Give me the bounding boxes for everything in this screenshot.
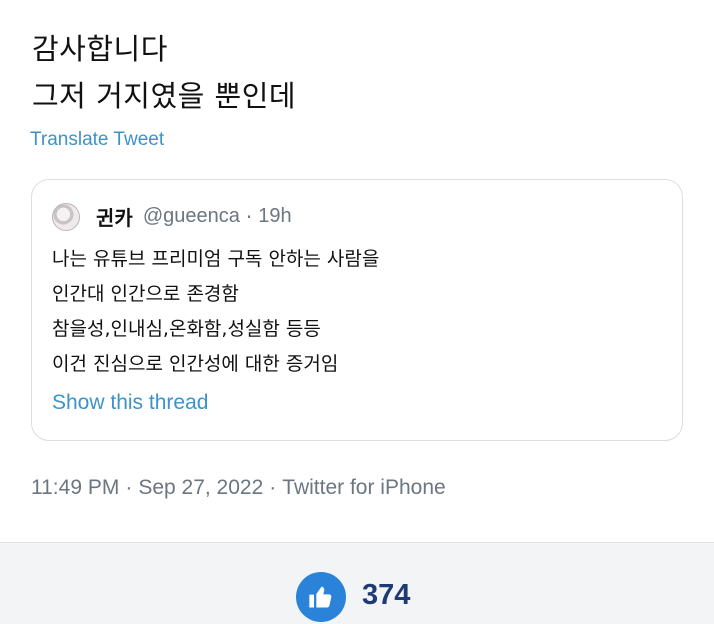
quoted-tweet-header: 귄카 @gueenca · 19h [52,202,292,231]
quoted-line: 인간대 인간으로 존경함 [52,283,239,305]
separator-dot: · [269,476,277,499]
quoted-tweet-card[interactable]: 귄카 @gueenca · 19h 나는 유튜브 프리미엄 구독 안하는 사람을… [31,179,683,441]
separator-dot: · [125,476,133,499]
user-avatar-icon[interactable] [52,202,80,231]
tweet-source[interactable]: Twitter for iPhone [282,476,445,499]
quoted-line: 이건 진심으로 인간성에 대한 증거임 [52,353,339,375]
translate-tweet-link[interactable]: Translate Tweet [30,129,164,151]
quoted-display-name[interactable]: 귄카 [96,202,133,231]
tweet-metadata: 11:49 PM · Sep 27, 2022 · Twitter for iPhone [31,476,446,500]
separator-dot: · [245,204,253,229]
thumbs-up-icon [309,586,332,608]
tweet-line: 그저 거지였을 뿐인데 [32,79,297,113]
tweet-text: 감사합니다 그저 거지였을 뿐인데 [32,26,296,120]
reaction-bar: 374 [0,542,714,624]
tweet-line: 감사합니다 [32,32,168,66]
quoted-line: 참을성,인내심,온화함,성실함 등등 [52,318,321,340]
quoted-handle[interactable]: @gueenca [143,205,240,228]
quoted-timestamp[interactable]: 19h [258,205,291,228]
tweet-time[interactable]: 11:49 PM [31,476,119,499]
quoted-line: 나는 유튜브 프리미엄 구독 안하는 사람을 [52,248,380,270]
show-thread-link[interactable]: Show this thread [52,391,208,415]
like-count: 374 [362,579,411,611]
quoted-tweet-body: 나는 유튜브 프리미엄 구독 안하는 사람을 인간대 인간으로 존경함 참을성,… [52,242,379,382]
like-button[interactable] [296,572,346,622]
tweet-date[interactable]: Sep 27, 2022 [138,476,263,499]
